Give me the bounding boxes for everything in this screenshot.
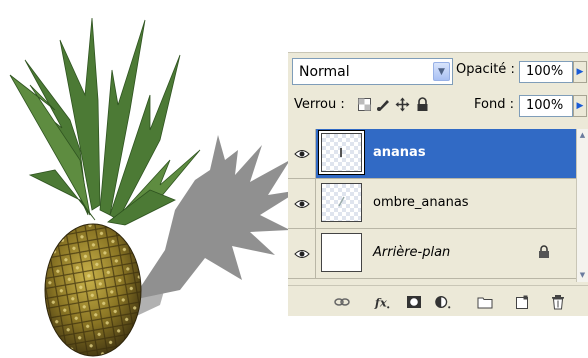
- adjustment-layer-icon[interactable]: [435, 294, 451, 310]
- fill-field[interactable]: 100%: [519, 95, 573, 117]
- blend-mode-value: Normal: [299, 64, 350, 80]
- lock-transparency-icon[interactable]: [357, 97, 372, 112]
- new-layer-icon[interactable]: [514, 294, 530, 310]
- eye-icon: [293, 249, 310, 258]
- layer-thumbnail: [321, 183, 362, 222]
- layer-list-scrollbar[interactable]: ▲ ▼: [576, 129, 588, 282]
- pineapple-crown: [9, 17, 201, 226]
- visibility-toggle[interactable]: [288, 129, 316, 178]
- new-group-icon[interactable]: [477, 294, 493, 310]
- layer-row-arriere-plan[interactable]: Arrière-plan: [288, 229, 576, 279]
- shadow-crown: [128, 135, 300, 320]
- svg-text:fx: fx: [374, 295, 387, 309]
- scroll-up-icon[interactable]: ▲: [577, 129, 588, 142]
- lock-label: Verrou :: [294, 97, 345, 112]
- layer-thumbnail: [321, 133, 362, 172]
- visibility-toggle[interactable]: [288, 179, 316, 228]
- trash-icon[interactable]: [550, 294, 566, 310]
- layer-row-ananas[interactable]: ananas: [288, 129, 576, 179]
- layer-thumbnail: [321, 233, 362, 272]
- dropdown-arrow-icon[interactable]: ▼: [433, 62, 450, 81]
- layers-panel-footer: fx: [288, 285, 588, 316]
- opacity-field[interactable]: 100%: [519, 61, 573, 83]
- opacity-label: Opacité :: [456, 62, 515, 77]
- scroll-down-icon[interactable]: ▼: [577, 269, 588, 282]
- fill-slider-arrow-icon[interactable]: ▶: [573, 95, 587, 117]
- layer-name: ananas: [373, 145, 426, 160]
- opacity-slider-arrow-icon[interactable]: ▶: [573, 61, 587, 83]
- layer-list: ananas ombre_ananas Arrière-plan ▲ ▼: [288, 129, 588, 282]
- fill-label: Fond :: [474, 97, 514, 112]
- pineapple-fruit: [44, 223, 142, 357]
- lock-all-icon[interactable]: [415, 97, 430, 112]
- layers-panel: Normal ▼ Opacité : 100% ▶ Verrou : Fond …: [288, 52, 588, 316]
- lock-position-icon[interactable]: [395, 97, 410, 112]
- layer-name: ombre_ananas: [373, 195, 469, 210]
- layer-row-ombre-ananas[interactable]: ombre_ananas: [288, 179, 576, 229]
- blend-mode-select[interactable]: Normal ▼: [292, 58, 453, 85]
- eye-icon: [293, 199, 310, 208]
- layer-name: Arrière-plan: [373, 245, 451, 260]
- fx-icon[interactable]: fx: [374, 294, 390, 310]
- pineapple-image: [9, 17, 300, 357]
- link-layers-icon[interactable]: [334, 294, 350, 310]
- padlock-icon: [539, 245, 549, 258]
- layer-mask-icon[interactable]: [406, 294, 422, 310]
- lock-image-pixels-icon[interactable]: [376, 97, 391, 112]
- visibility-toggle[interactable]: [288, 229, 316, 278]
- eye-icon: [293, 149, 310, 158]
